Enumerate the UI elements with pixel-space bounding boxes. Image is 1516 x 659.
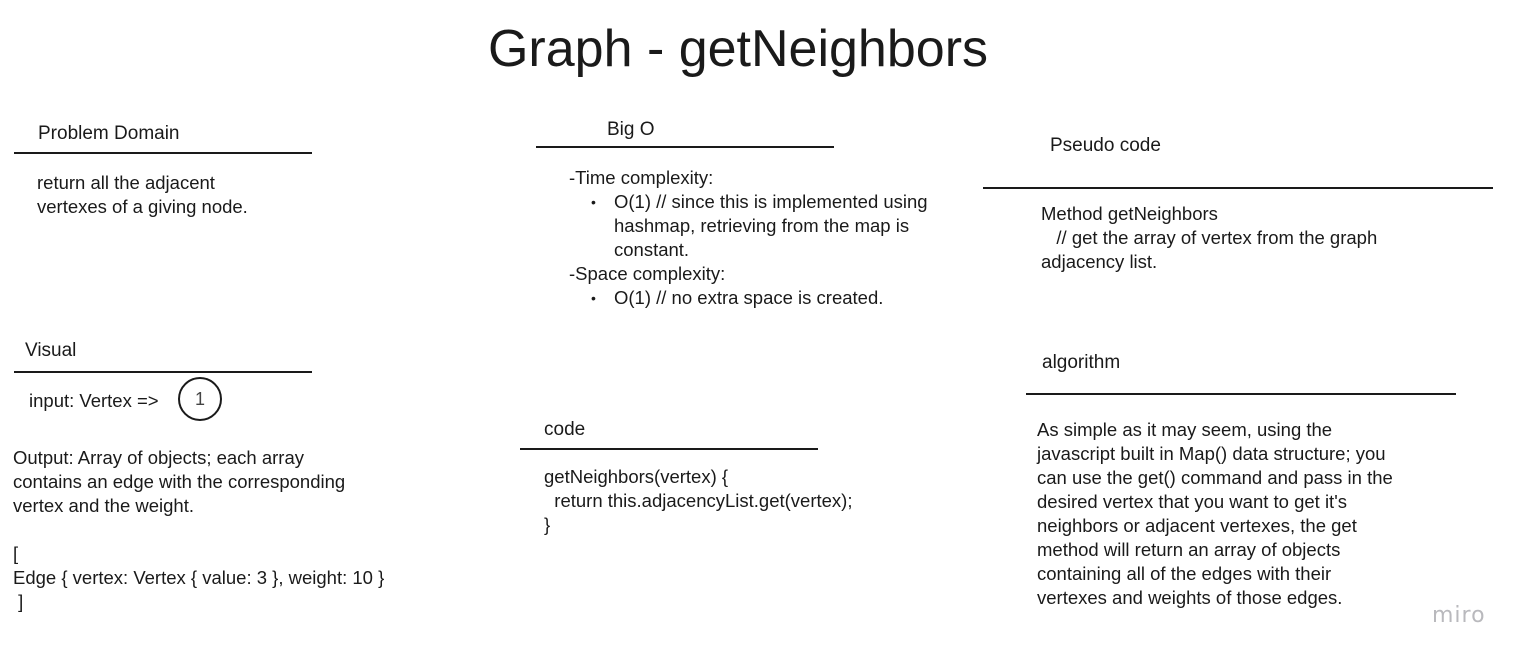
array-open-bracket: [ [13,543,19,564]
big-o-body: -Time complexity: O(1) // since this is … [569,166,949,310]
algorithm-divider [1026,393,1456,395]
time-complexity-label: -Time complexity: [569,167,714,188]
pseudo-code-text: Method getNeighbors // get the array of … [1041,203,1378,272]
big-o-heading: Big O [607,119,655,140]
code-text: getNeighbors(vertex) { return this.adjac… [544,466,853,535]
pseudo-code-divider [983,187,1493,189]
code-heading: code [544,419,586,440]
miro-logo: miro [1432,603,1486,628]
space-complexity-item: O(1) // no extra space is created. [591,286,949,310]
problem-domain-divider [14,152,312,154]
vertex-node: 1 [178,377,222,421]
algorithm-heading: algorithm [1042,352,1121,373]
visual-heading: Visual [25,340,77,361]
visual-input-label: input: Vertex => [29,390,159,411]
time-complexity-list: O(1) // since this is implemented using … [569,190,949,262]
algorithm-text: As simple as it may seem, using the java… [1037,419,1393,608]
array-close-bracket: ] [13,591,24,612]
space-complexity-label: -Space complexity: [569,263,726,284]
space-complexity-list: O(1) // no extra space is created. [569,286,949,310]
problem-domain-heading: Problem Domain [38,123,180,144]
problem-domain-text: return all the adjacent vertexes of a gi… [37,172,248,217]
code-divider [520,448,818,450]
visual-divider [14,371,312,373]
big-o-divider [536,146,834,148]
page-title: Graph - getNeighbors [487,20,989,78]
array-item-edge: Edge { vertex: Vertex { value: 3 }, weig… [13,567,385,588]
time-complexity-item: O(1) // since this is implemented using … [591,190,949,262]
visual-output-text: Output: Array of objects; each array con… [13,447,346,516]
vertex-node-value: 1 [194,388,205,409]
pseudo-code-heading: Pseudo code [1050,135,1161,156]
